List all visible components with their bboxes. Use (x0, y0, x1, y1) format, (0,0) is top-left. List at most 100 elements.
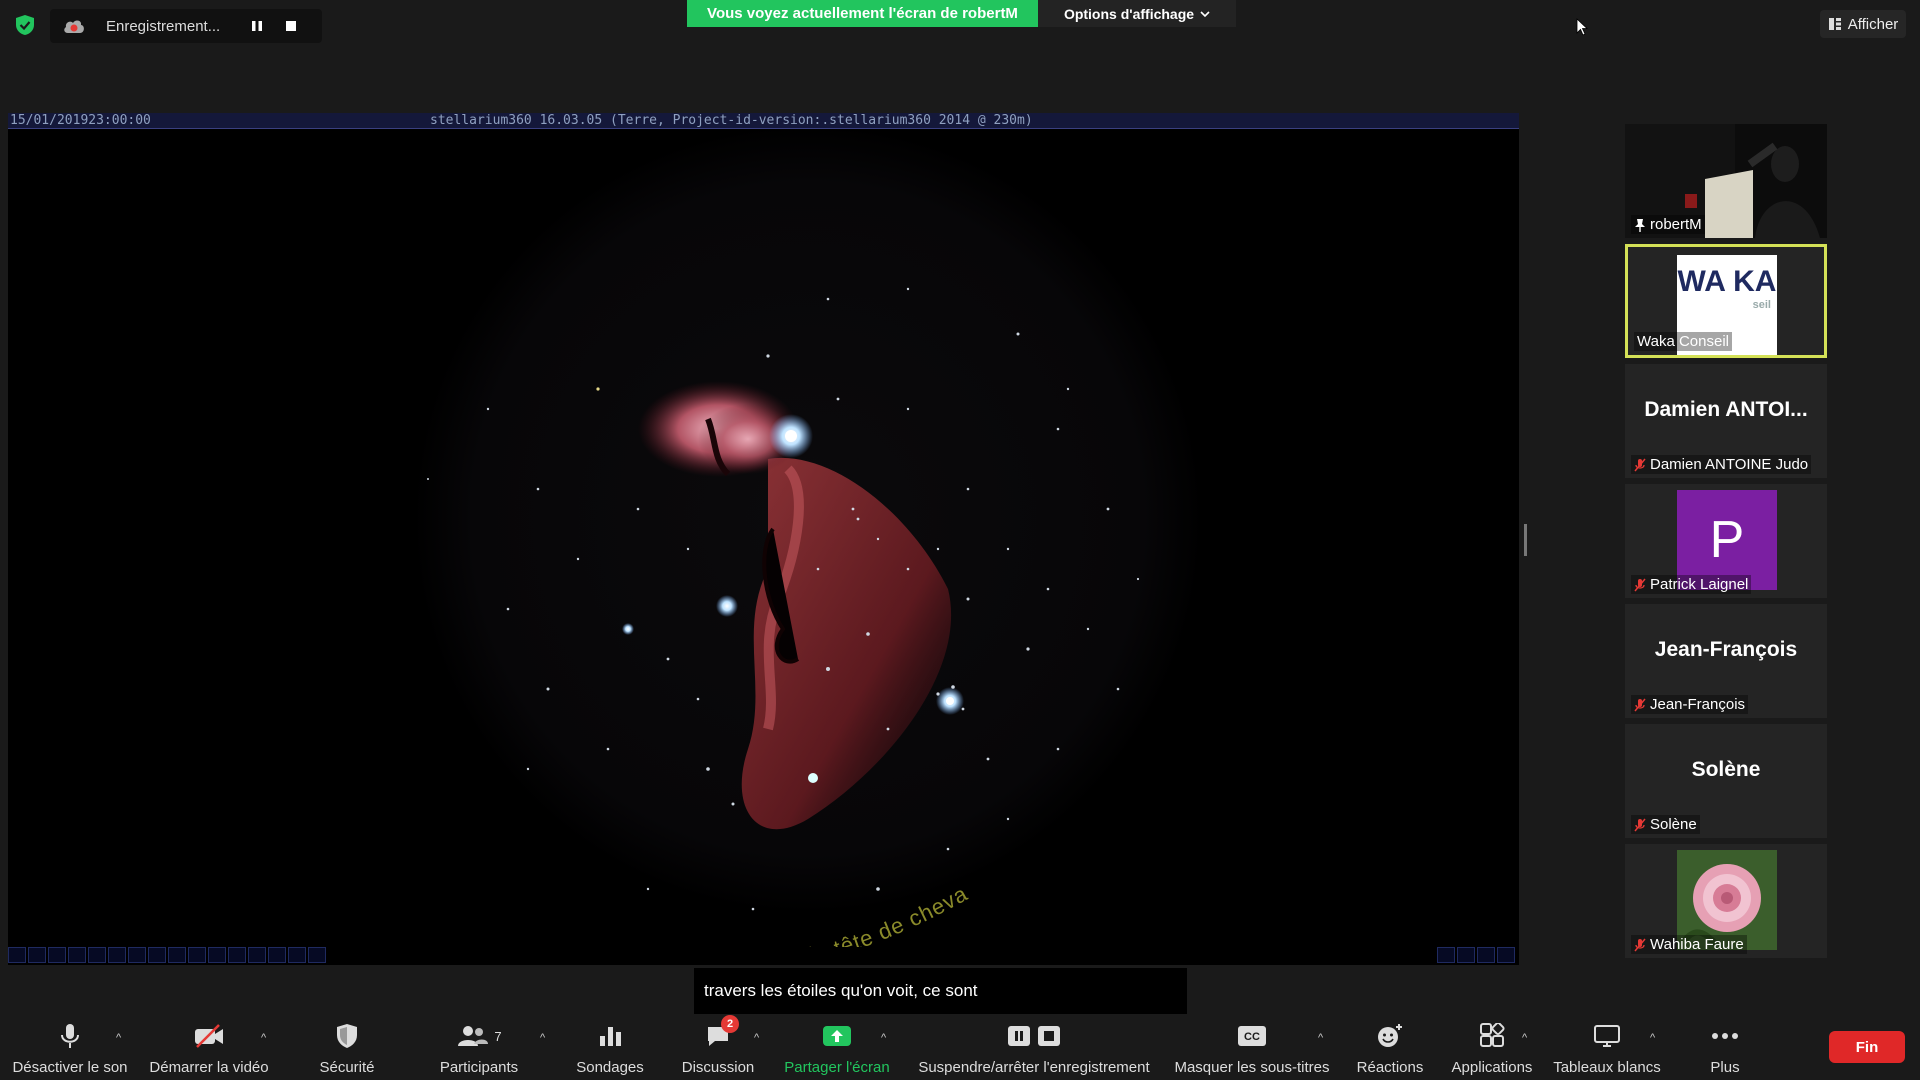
participant-name: Damien ANTOINE Judo (1650, 456, 1809, 473)
participants-options-caret[interactable]: ^ (540, 1032, 552, 1044)
chat-badge: 2 (721, 1015, 739, 1033)
stellarium-tool-button[interactable] (148, 947, 166, 963)
participant-name: Solène (1650, 816, 1697, 833)
reactions-label: Réactions (1356, 1059, 1424, 1076)
whiteboards-options-caret[interactable]: ^ (1650, 1032, 1662, 1044)
participant-label: robertM (1631, 215, 1705, 234)
participant-label: Wahiba Faure (1631, 935, 1747, 954)
stellarium-tool-button[interactable] (168, 947, 186, 963)
chat-label: Discussion (681, 1059, 755, 1076)
stellarium-time-button[interactable] (1477, 947, 1495, 963)
muted-mic-icon (1634, 458, 1646, 471)
video-options-caret[interactable]: ^ (261, 1032, 273, 1044)
security-button[interactable]: Sécurité (312, 1014, 382, 1080)
stop-icon (286, 21, 296, 31)
stellarium-tool-button[interactable] (228, 947, 246, 963)
stellarium-tool-button[interactable] (188, 947, 206, 963)
recording-label: Enregistrement... (106, 17, 221, 35)
share-label: Partager l'écran (784, 1059, 890, 1076)
svg-text:CC: CC (1244, 1031, 1260, 1043)
stellarium-status-bar: 15/01/201923:00:00 stellarium360 16.03.0… (8, 113, 1519, 129)
participant-gallery: robertM WA KA seil Waka Conseil Damien A… (1625, 124, 1827, 964)
stellarium-tool-button[interactable] (28, 947, 46, 963)
stellarium-tool-button[interactable] (108, 947, 126, 963)
more-button[interactable]: Plus (1700, 1014, 1750, 1080)
participant-tile-patrick[interactable]: P Patrick Laignel (1625, 484, 1827, 598)
stop-recording-button[interactable] (278, 13, 304, 39)
participant-tile-wahiba[interactable]: Wahiba Faure (1625, 844, 1827, 958)
chat-button[interactable]: 2 Discussion (676, 1014, 760, 1080)
participants-count: 7 (494, 1028, 502, 1044)
stellarium-tool-button[interactable] (268, 947, 286, 963)
hide-captions-button[interactable]: CC Masquer les sous-titres (1172, 1014, 1332, 1080)
panel-resize-handle[interactable] (1524, 524, 1527, 556)
stellarium-tool-button[interactable] (308, 947, 326, 963)
view-options-label: Options d'affichage (1063, 5, 1195, 22)
chevron-down-icon (1200, 10, 1210, 17)
apps-button[interactable]: Applications (1444, 1014, 1540, 1080)
mute-button[interactable]: Désactiver le son (8, 1014, 132, 1080)
record-controls-icon (1008, 1026, 1060, 1046)
apps-options-caret[interactable]: ^ (1522, 1032, 1534, 1044)
whiteboards-button[interactable]: Tableaux blancs (1550, 1014, 1664, 1080)
participant-label: Patrick Laignel (1631, 575, 1752, 594)
live-caption: travers les étoiles qu'on voit, ce sont (694, 968, 1187, 1014)
stellarium-tool-button[interactable] (208, 947, 226, 963)
viewing-screen-banner: Vous voyez actuellement l'écran de rober… (687, 0, 1038, 27)
pause-stop-recording-button[interactable]: Suspendre/arrêter l'enregistrement (912, 1014, 1156, 1080)
share-options-caret[interactable]: ^ (881, 1032, 893, 1044)
share-arrow-icon (823, 1026, 851, 1046)
waka-logo-text: WA KA (1677, 265, 1777, 298)
participant-tile-jean-francois[interactable]: Jean-François Jean-François (1625, 604, 1827, 718)
stellarium-tool-button[interactable] (288, 947, 306, 963)
participant-label: Waka Conseil (1634, 332, 1732, 351)
participant-tile-robertm[interactable]: robertM (1625, 124, 1827, 238)
stellarium-time-button[interactable] (1457, 947, 1475, 963)
show-gallery-button[interactable]: Afficher (1820, 10, 1906, 38)
grid-layout-icon (1828, 18, 1841, 30)
muted-mic-icon (1634, 938, 1646, 951)
stellarium-toolbar-left (8, 947, 328, 965)
reactions-button[interactable]: Réactions (1350, 1014, 1430, 1080)
stellarium-tool-button[interactable] (48, 947, 66, 963)
waka-logo-sub: seil (1752, 299, 1771, 311)
stellarium-time-button[interactable] (1437, 947, 1455, 963)
chat-options-caret[interactable]: ^ (754, 1032, 766, 1044)
mute-label: Désactiver le son (12, 1059, 128, 1076)
cc-icon: CC (1238, 1026, 1266, 1046)
stellarium-toolbar-right (1437, 947, 1519, 965)
participant-name: robertM (1650, 216, 1702, 233)
security-shield-icon (16, 15, 34, 35)
pause-recording-button[interactable] (244, 13, 270, 39)
share-screen-button[interactable]: Partager l'écran (780, 1014, 894, 1080)
participants-button[interactable]: 7 Participants (432, 1014, 526, 1080)
participant-name: Wahiba Faure (1650, 936, 1744, 953)
muted-mic-icon (1634, 818, 1646, 831)
participant-label: Jean-François (1631, 695, 1749, 714)
stellarium-tool-button[interactable] (68, 947, 86, 963)
captions-options-caret[interactable]: ^ (1318, 1032, 1330, 1044)
video-off-icon (195, 1024, 223, 1048)
participant-tile-damien[interactable]: Damien ANTOI... Damien ANTOINE Judo (1625, 364, 1827, 478)
whiteboards-label: Tableaux blancs (1553, 1059, 1661, 1076)
recording-indicator: Enregistrement... (50, 9, 322, 43)
stellarium-time-button[interactable] (1497, 947, 1515, 963)
polls-button[interactable]: Sondages (570, 1014, 650, 1080)
stellarium-tool-button[interactable] (248, 947, 266, 963)
participant-tile-waka-conseil[interactable]: WA KA seil Waka Conseil (1625, 244, 1827, 358)
muted-mic-icon (1634, 578, 1646, 591)
participant-name: Jean-François (1650, 696, 1746, 713)
view-options-dropdown[interactable]: Options d'affichage (1038, 0, 1236, 27)
stellarium-tool-button[interactable] (128, 947, 146, 963)
participant-tile-solene[interactable]: Solène Solène (1625, 724, 1827, 838)
start-video-button[interactable]: Démarrer la vidéo (146, 1014, 272, 1080)
stellarium-tool-button[interactable] (8, 947, 26, 963)
audio-options-caret[interactable]: ^ (116, 1032, 128, 1044)
end-meeting-button[interactable]: Fin (1829, 1031, 1905, 1063)
stellarium-datetime: 15/01/201923:00:00 (10, 113, 151, 128)
more-dots-icon (1712, 1033, 1738, 1039)
shield-icon (337, 1024, 357, 1048)
more-label: Plus (1710, 1059, 1740, 1076)
show-label: Afficher (1847, 15, 1899, 33)
stellarium-tool-button[interactable] (88, 947, 106, 963)
